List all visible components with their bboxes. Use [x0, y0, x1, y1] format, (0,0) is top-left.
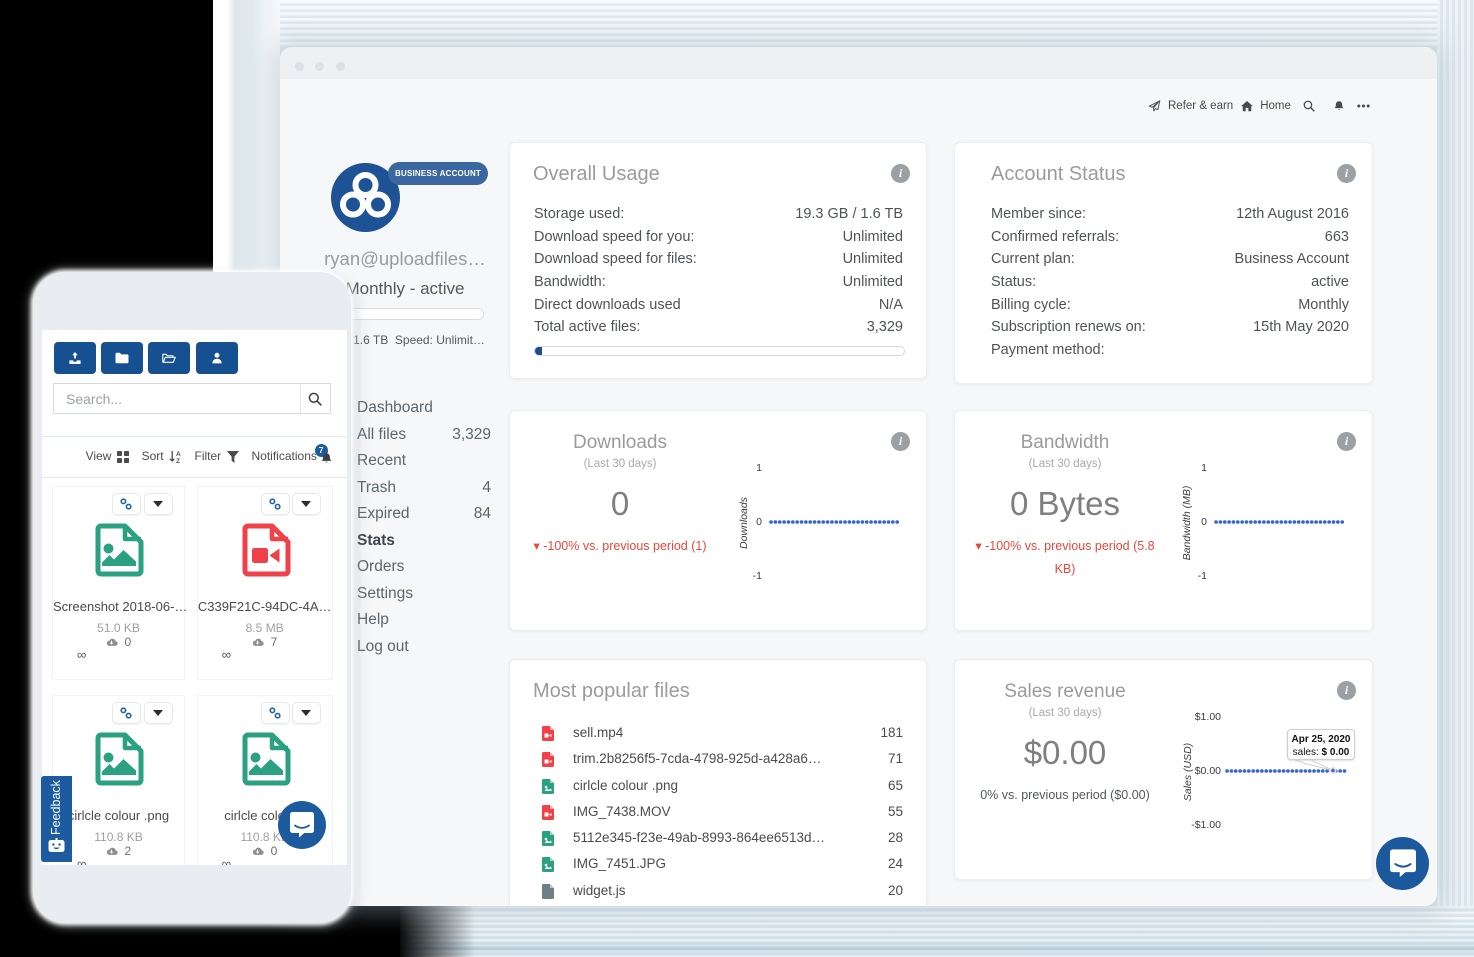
svg-text:Z: Z: [176, 458, 180, 464]
svg-text:A: A: [176, 451, 181, 458]
